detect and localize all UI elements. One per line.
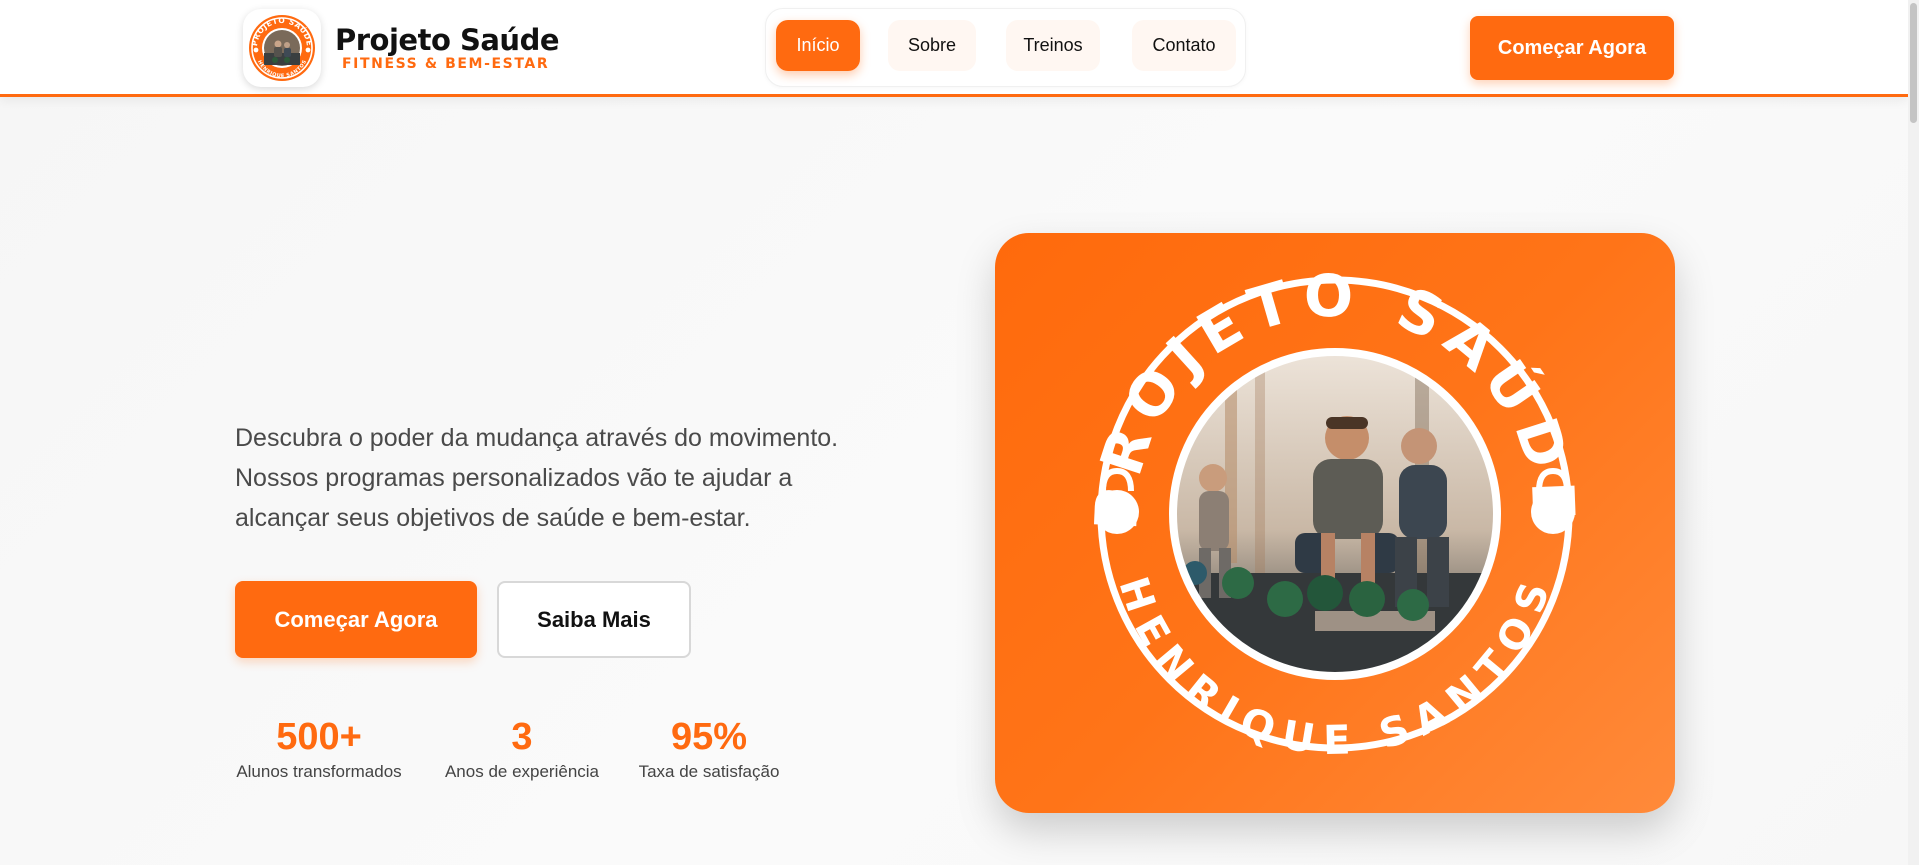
site-header: PROJETO SAÚDE HENRIQUE SANTOS Projeto Sa… — [0, 0, 1908, 97]
stat-satisfaction: 95% Taxa de satisfação — [638, 714, 780, 782]
header-cta-button[interactable]: Começar Agora — [1470, 16, 1674, 80]
brand-logo-badge-icon: PROJETO SAÚDE HENRIQUE SANTOS — [249, 15, 315, 81]
hero-description: Descubra o poder da mudança através do m… — [235, 424, 839, 532]
brand-text: Projeto Saúde FITNESS & BEM-ESTAR — [335, 23, 560, 72]
nav-item-sobre[interactable]: Sobre — [888, 20, 976, 71]
brand-subtitle: FITNESS & BEM-ESTAR — [342, 56, 550, 72]
stat-value: 3 — [511, 716, 533, 758]
stat-value: 500+ — [276, 716, 362, 758]
page-scrollbar[interactable] — [1908, 0, 1919, 865]
learn-more-button[interactable]: Saiba Mais — [497, 581, 691, 658]
nav-item-contato[interactable]: Contato — [1132, 20, 1236, 71]
stat-label: Alunos transformados — [236, 762, 402, 781]
brand-logo[interactable]: PROJETO SAÚDE HENRIQUE SANTOS — [243, 9, 321, 87]
nav-item-inicio[interactable]: Início — [776, 20, 860, 71]
start-now-button[interactable]: Começar Agora — [235, 581, 477, 658]
brand[interactable]: PROJETO SAÚDE HENRIQUE SANTOS Projeto Sa… — [243, 9, 560, 87]
hero-logo-card: PROJETO SAÚDE HENRIQUE SANTOS — [995, 233, 1675, 813]
stat-years: 3 Anos de experiência — [444, 714, 600, 782]
stat-label: Anos de experiência — [444, 762, 600, 781]
nav-item-treinos[interactable]: Treinos — [1006, 20, 1100, 71]
main-nav: Início Sobre Treinos Contato — [765, 8, 1246, 87]
brand-title: Projeto Saúde — [335, 23, 560, 57]
stat-students: 500+ Alunos transformados — [235, 714, 403, 782]
projeto-saude-logo: PROJETO SAÚDE HENRIQUE SANTOS — [1082, 262, 1578, 764]
scrollbar-thumb[interactable] — [1910, 3, 1917, 123]
stat-value: 95% — [670, 716, 748, 758]
stat-label: Taxa de satisfação — [638, 762, 780, 781]
